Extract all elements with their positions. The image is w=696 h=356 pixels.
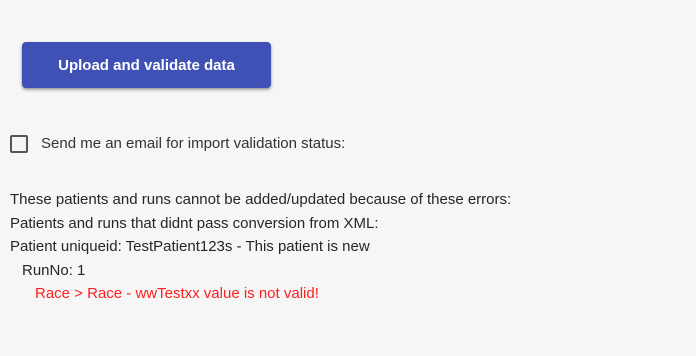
validation-error-message: Race > Race - wwTestxx value is not vali… <box>35 285 319 302</box>
email-notification-checkbox[interactable] <box>10 135 28 153</box>
email-notification-label[interactable]: Send me an email for import validation s… <box>41 135 345 153</box>
conversion-errors-heading: Patients and runs that didnt pass conver… <box>10 214 379 232</box>
validation-errors-panel: These patients and runs cannot be added/… <box>10 188 511 306</box>
patient-line: Patient uniqueid: TestPatient123s - This… <box>10 238 370 255</box>
email-notification-option: Send me an email for import validation s… <box>10 135 345 153</box>
upload-validate-button[interactable]: Upload and validate data <box>22 42 271 88</box>
run-number-line: RunNo: 1 <box>22 261 86 279</box>
errors-summary: These patients and runs cannot be added/… <box>10 191 512 208</box>
